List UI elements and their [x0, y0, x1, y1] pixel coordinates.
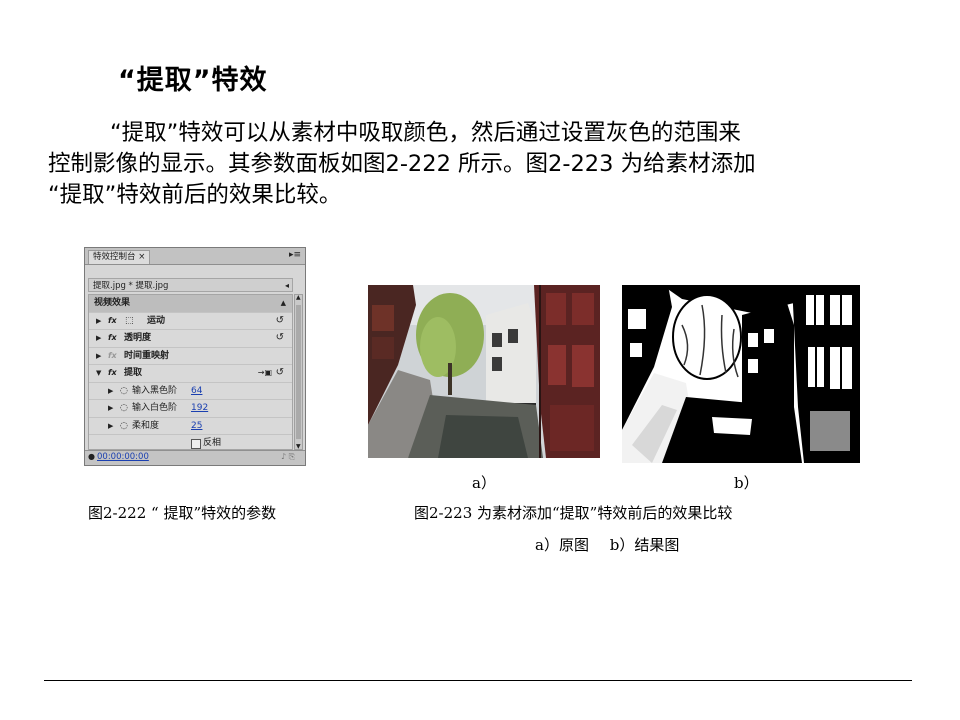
stopwatch-icon[interactable]: ◌: [120, 400, 128, 417]
expand-triangle-icon[interactable]: ▶: [108, 418, 113, 435]
effect-label: 透明度: [124, 333, 152, 343]
param-value[interactable]: 64: [191, 383, 202, 400]
clip-name-bar: 提取.jpg * 提取.jpg ◂: [88, 278, 293, 292]
param-label: 柔和度: [132, 420, 160, 431]
stopwatch-icon[interactable]: ◌: [120, 418, 128, 435]
photo-a-label: a）: [472, 474, 496, 492]
expand-triangle-icon[interactable]: ▶: [108, 400, 113, 417]
param-label: 输入黑色阶: [132, 385, 178, 396]
effect-row-time-remap[interactable]: ▶ fx 时间重映射: [89, 348, 292, 365]
footer-divider: [44, 680, 912, 681]
body-paragraph: “提取”特效可以从素材中吸取颜色，然后通过设置灰色的范围来 控制影像的显示。其参…: [48, 118, 908, 211]
panel-tabbar: 特效控制台 × ▸≡: [85, 248, 305, 265]
subcaption-b: b）结果图: [609, 536, 680, 554]
param-row-black-input[interactable]: ▶ ◌ 输入黑色阶 64: [89, 383, 292, 400]
reset-icon[interactable]: ↺: [276, 313, 284, 330]
clip-arrow-icon[interactable]: ◂: [285, 279, 289, 293]
reset-icon[interactable]: ↺: [276, 330, 284, 347]
param-row-invert[interactable]: 反相: [89, 435, 292, 449]
expand-triangle-icon[interactable]: ▶: [96, 313, 101, 330]
stopwatch-icon[interactable]: ◌: [120, 383, 128, 400]
reset-icon[interactable]: ↺: [276, 365, 284, 382]
settings-icon[interactable]: →▣: [258, 365, 272, 382]
paragraph-line-1: “提取”特效可以从素材中吸取颜色，然后通过设置灰色的范围来: [110, 120, 741, 146]
clip-name: 提取.jpg * 提取.jpg: [93, 281, 169, 291]
scroll-down-icon[interactable]: ▼: [296, 443, 301, 450]
param-row-softness[interactable]: ▶ ◌ 柔和度 25: [89, 418, 292, 435]
vertical-scrollbar[interactable]: ▲ ▼: [294, 294, 303, 450]
playhead-icon: ●: [88, 452, 95, 461]
param-row-white-input[interactable]: ▶ ◌ 输入白色阶 192: [89, 400, 292, 418]
effects-list: 视频效果 ▲ ▶ fx ⬚ 运动 ↺ ▶ fx 透明度 ↺ ▶ fx 时间重映射…: [88, 294, 293, 450]
effect-label: 时间重映射: [124, 350, 170, 361]
section-header-video-effects: 视频效果 ▲: [89, 295, 292, 313]
result-photo: [622, 285, 860, 463]
motion-icon: ⬚: [125, 315, 134, 326]
expand-triangle-icon[interactable]: ▶: [96, 330, 101, 347]
effect-row-motion[interactable]: ▶ fx ⬚ 运动 ↺: [89, 313, 292, 330]
effect-row-opacity[interactable]: ▶ fx 透明度 ↺: [89, 330, 292, 348]
section-header-label: 视频效果: [94, 298, 131, 308]
expand-triangle-icon[interactable]: ▶: [96, 348, 101, 365]
invert-checkbox[interactable]: [191, 439, 201, 449]
scroll-up-icon[interactable]: ▲: [296, 294, 301, 301]
collapse-triangle-icon[interactable]: ▼: [96, 365, 101, 382]
effect-row-extract[interactable]: ▼ fx 提取 →▣ ↺: [89, 365, 292, 383]
effect-label: 提取: [124, 368, 143, 378]
panel-menu-icon[interactable]: ▸≡: [289, 250, 301, 260]
figure-caption-2-222: 图2-222 “ 提取”特效的参数: [88, 504, 277, 522]
figure-caption-2-223: 图2-223 为素材添加“提取”特效前后的效果比较: [414, 504, 733, 522]
effect-controls-panel: 特效控制台 × ▸≡ 提取.jpg * 提取.jpg ◂ 视频效果 ▲ ▶ fx…: [84, 247, 306, 466]
param-value[interactable]: 192: [191, 400, 208, 417]
fx-icon[interactable]: fx: [108, 365, 117, 382]
slide-title: “提取”特效: [118, 65, 268, 96]
param-label: 输入白色阶: [132, 403, 178, 413]
paragraph-line-2: 控制影像的显示。其参数面板如图2-222 所示。图2-223 为给素材添加: [48, 151, 756, 177]
effect-label: 运动: [147, 315, 166, 326]
original-photo: [368, 285, 600, 458]
subcaption: a）原图 b）结果图: [535, 534, 695, 555]
timecode[interactable]: 00:00:00:00: [97, 452, 149, 462]
param-value[interactable]: 25: [191, 418, 202, 435]
subcaption-a: a）原图: [535, 536, 589, 554]
expand-triangle-icon[interactable]: ▶: [108, 383, 113, 400]
invert-label: 反相: [203, 438, 222, 448]
fx-icon[interactable]: fx: [108, 313, 117, 330]
tab-effect-controls[interactable]: 特效控制台 ×: [88, 250, 151, 264]
fx-icon: fx: [108, 350, 117, 360]
audio-icon[interactable]: ♪ ⎘: [281, 452, 295, 462]
fx-icon[interactable]: fx: [108, 330, 117, 347]
scroll-thumb[interactable]: [296, 305, 301, 439]
photo-b-label: b）: [734, 474, 759, 492]
paragraph-line-3: “提取”特效前后的效果比较。: [48, 182, 342, 208]
panel-statusbar: ● 00:00:00:00 ♪ ⎘: [85, 450, 305, 465]
collapse-icon[interactable]: ▲: [281, 295, 286, 312]
